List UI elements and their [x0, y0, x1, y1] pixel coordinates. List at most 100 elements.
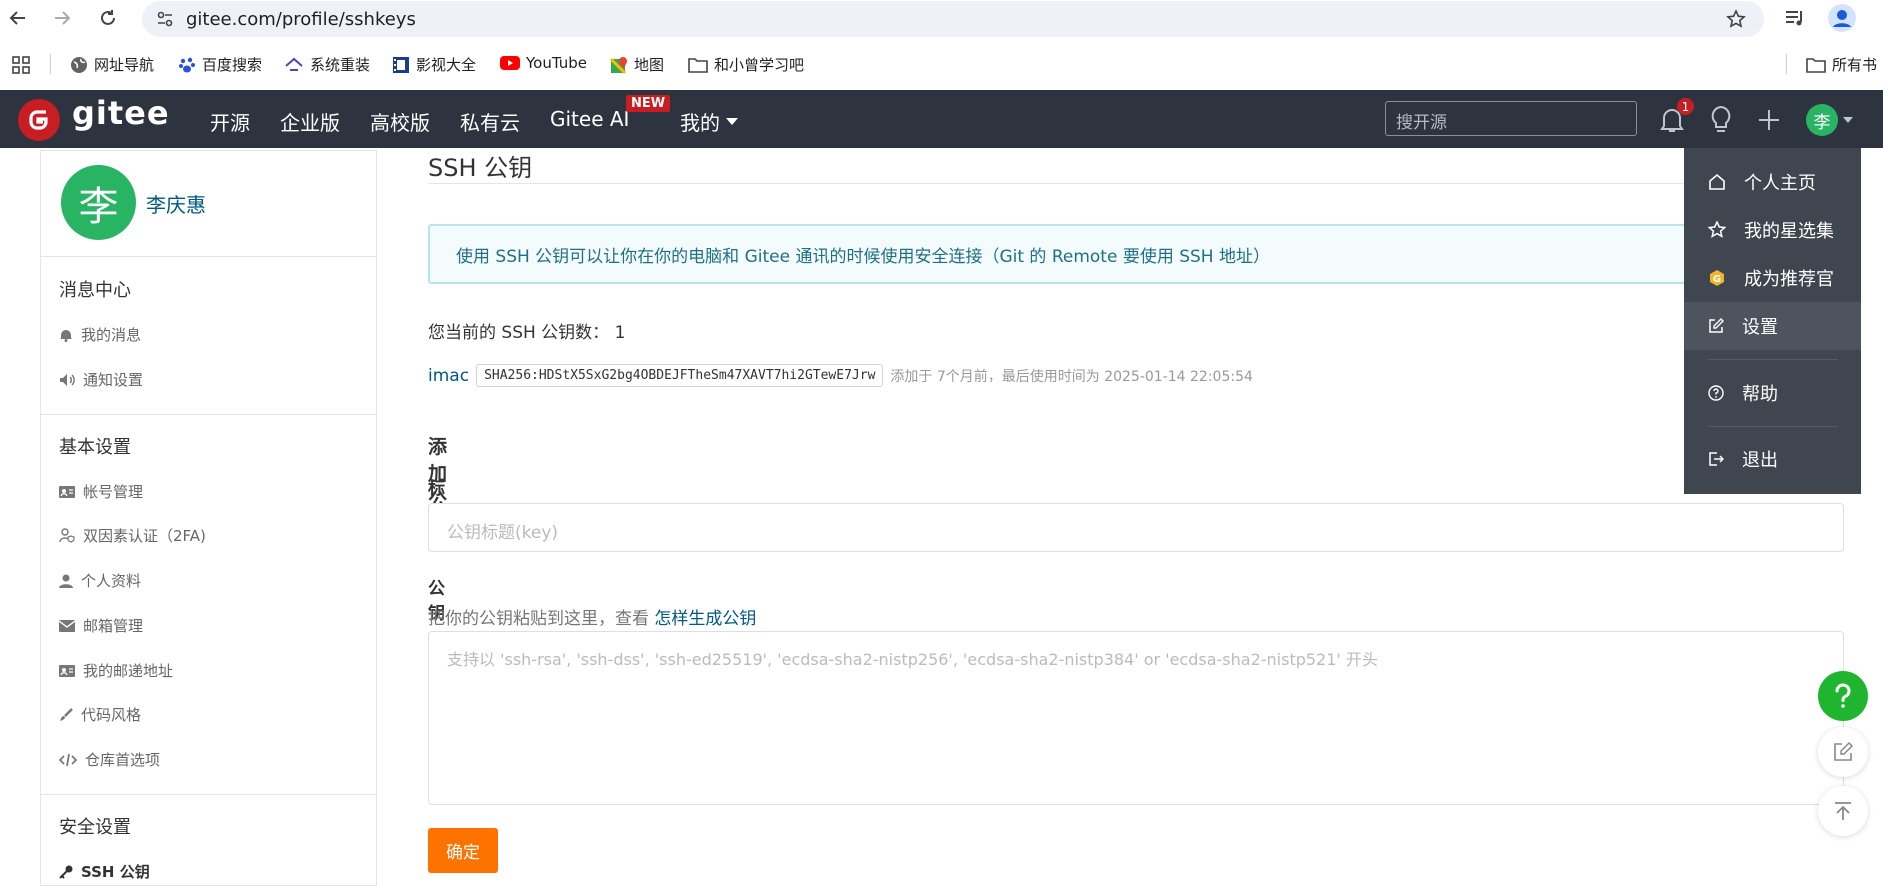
- apps-icon[interactable]: [12, 56, 30, 74]
- key-fingerprint: SHA256:HDStX5SxG2bg4OBDEJFTheSm47XAVT7hi…: [476, 364, 884, 387]
- menu-divider: [1708, 359, 1838, 360]
- sidebar-item-ssh-keys[interactable]: SSH 公钥: [59, 861, 150, 882]
- key-count: 您当前的 SSH 公钥数： 1: [428, 323, 626, 343]
- bookmark-star-icon[interactable]: [1726, 9, 1746, 29]
- nav-enterprise[interactable]: 企业版: [280, 107, 340, 136]
- menu-item-help[interactable]: 帮助: [1684, 369, 1861, 417]
- bookmarks-divider: [1786, 54, 1787, 74]
- bookmark-item[interactable]: 网址导航: [70, 54, 154, 75]
- plus-icon[interactable]: [1757, 108, 1781, 132]
- sidebar-item-my-messages[interactable]: 我的消息: [59, 324, 141, 345]
- nav-gitee-ai[interactable]: Gitee AI: [550, 107, 629, 131]
- gold-badge-icon: G: [1710, 270, 1724, 286]
- bookmark-item[interactable]: 百度搜索: [178, 54, 262, 75]
- submit-button[interactable]: 确定: [428, 828, 498, 873]
- caret-down-icon: [726, 117, 738, 125]
- forward-icon[interactable]: [50, 6, 74, 30]
- reload-icon[interactable]: [96, 6, 120, 30]
- sidebar-item-account[interactable]: 帐号管理: [59, 481, 143, 502]
- title-divider: [428, 183, 1843, 184]
- divider: [41, 414, 376, 415]
- section-title-basic: 基本设置: [59, 437, 131, 458]
- back-to-top-fab[interactable]: [1818, 786, 1868, 836]
- key-title-input[interactable]: 公钥标题(key): [428, 503, 1844, 552]
- svg-text:G: G: [1713, 274, 1721, 285]
- key-textarea[interactable]: 支持以 'ssh-rsa', 'ssh-dss', 'ssh-ed25519',…: [428, 631, 1844, 805]
- back-icon[interactable]: [6, 6, 30, 30]
- section-title-messages: 消息中心: [59, 280, 131, 301]
- site-settings-icon[interactable]: [156, 10, 174, 28]
- bookmark-item[interactable]: YouTube: [500, 54, 587, 72]
- search-input[interactable]: 搜开源: [1385, 101, 1637, 136]
- notification-badge: 1: [1677, 98, 1694, 115]
- avatar[interactable]: 李: [61, 165, 136, 240]
- all-bookmarks-folder[interactable]: 所有书: [1806, 54, 1877, 75]
- id-card-icon: [59, 485, 75, 498]
- sidebar-item-address[interactable]: 我的邮递地址: [59, 660, 173, 681]
- help-fab[interactable]: [1818, 671, 1868, 721]
- lightbulb-icon[interactable]: [1709, 105, 1733, 135]
- key-list-item: imac SHA256:HDStX5SxG2bg4OBDEJFTheSm47XA…: [428, 364, 1253, 387]
- bookmark-item[interactable]: 影视大全: [392, 54, 476, 75]
- feedback-fab[interactable]: [1818, 727, 1868, 777]
- bookmark-item[interactable]: 地图: [610, 54, 664, 75]
- sidebar-item-code-style[interactable]: 代码风格: [59, 704, 141, 725]
- key-name-link[interactable]: imac: [428, 366, 469, 386]
- sidebar-profile: 李 李庆惠: [41, 151, 376, 257]
- envelope-icon: [59, 619, 75, 632]
- page-title: SSH 公钥: [428, 154, 533, 182]
- bell-icon: [60, 329, 72, 342]
- menu-item-settings[interactable]: 设置: [1684, 302, 1861, 350]
- sidebar-item-profile[interactable]: 个人资料: [59, 570, 141, 591]
- caret-down-icon[interactable]: [1843, 117, 1853, 124]
- sidebar-item-2fa[interactable]: 双因素认证（2FA): [59, 525, 206, 546]
- user-shield-icon: [59, 528, 75, 543]
- url-text: gitee.com/profile/sshkeys: [186, 9, 416, 30]
- film-icon: [393, 56, 409, 73]
- brush-icon: [60, 707, 73, 721]
- system-reinstall-icon: [285, 57, 303, 71]
- menu-item-logout[interactable]: 退出: [1684, 435, 1861, 483]
- key-meta: 添加于 7个月前，最后使用时间为 2025-01-14 22:05:54: [890, 368, 1253, 385]
- menu-item-stars[interactable]: 我的星选集: [1684, 206, 1861, 254]
- question-mark-icon: [1835, 683, 1851, 708]
- address-bar[interactable]: gitee.com/profile/sshkeys: [142, 1, 1764, 37]
- feedback-icon: [1834, 741, 1854, 761]
- bookmark-item[interactable]: 和小曾学习吧: [688, 54, 804, 75]
- youtube-icon: [500, 56, 520, 70]
- bookmarks-divider: [50, 54, 51, 74]
- logout-icon: [1709, 452, 1724, 466]
- section-title-security: 安全设置: [59, 817, 131, 838]
- info-alert: 使用 SSH 公钥可以让你在你的电脑和 Gitee 通讯的时候使用安全连接（Gi…: [428, 224, 1848, 284]
- key-icon: [59, 865, 73, 879]
- home-icon: [1709, 173, 1725, 190]
- browser-toolbar: gitee.com/profile/sshkeys: [0, 0, 1883, 37]
- id-card-icon: [59, 664, 75, 677]
- nav-open-source[interactable]: 开源: [210, 107, 250, 136]
- settings-sidebar: 李 李庆惠 消息中心 我的消息 通知设置 基本设置 帐号管理 双因素认证（2FA…: [40, 150, 377, 886]
- new-badge: NEW: [626, 95, 671, 112]
- reading-list-icon[interactable]: [1785, 9, 1805, 27]
- sidebar-item-repo-preferences[interactable]: 仓库首选项: [59, 749, 160, 770]
- divider: [41, 794, 376, 795]
- bookmark-item[interactable]: 系统重装: [284, 54, 370, 75]
- user-avatar[interactable]: 李: [1806, 104, 1838, 136]
- maps-icon: [610, 56, 627, 74]
- sidebar-item-notification-settings[interactable]: 通知设置: [59, 369, 143, 390]
- menu-divider: [1708, 426, 1838, 427]
- gitee-header: gitee 开源 企业版 高校版 私有云 Gitee AI NEW 我的 搜开源…: [0, 90, 1883, 148]
- nav-mine[interactable]: 我的: [680, 107, 738, 136]
- user-dropdown-menu: 个人主页 我的星选集 G 成为推荐官 设置 帮助 退出: [1684, 148, 1861, 494]
- profile-icon[interactable]: [1828, 4, 1856, 32]
- menu-item-homepage[interactable]: 个人主页: [1684, 158, 1861, 206]
- nav-education[interactable]: 高校版: [370, 107, 430, 136]
- folder-icon: [1806, 57, 1826, 73]
- profile-name[interactable]: 李庆惠: [146, 189, 206, 218]
- gitee-logo-text[interactable]: gitee: [72, 94, 170, 132]
- arrow-up-icon: [1835, 802, 1851, 820]
- sidebar-item-email[interactable]: 邮箱管理: [59, 615, 143, 636]
- gitee-logo-icon[interactable]: [18, 99, 60, 141]
- menu-item-referrer[interactable]: G 成为推荐官: [1684, 254, 1861, 302]
- nav-private-cloud[interactable]: 私有云: [460, 107, 520, 136]
- how-to-generate-link[interactable]: 怎样生成公钥: [654, 609, 756, 629]
